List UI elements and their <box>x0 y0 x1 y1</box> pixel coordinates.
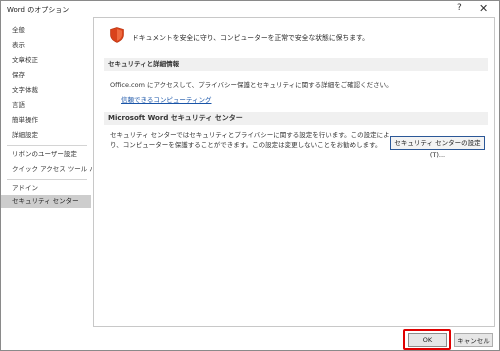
privacy-section-header: セキュリティと詳細情報 <box>104 58 488 71</box>
sidebar-item-accessibility[interactable]: 簡単操作 <box>1 114 91 127</box>
trust-center-settings-button[interactable]: セキュリティ センターの設定(T)... <box>390 136 485 159</box>
sidebar-item-general[interactable]: 全般 <box>1 24 91 37</box>
help-button[interactable]: ? <box>457 3 462 13</box>
sidebar-item-advanced[interactable]: 詳細設定 <box>1 129 91 142</box>
title-bar: Word のオプション ? ✕ <box>1 1 499 17</box>
dialog-title: Word のオプション <box>7 6 70 14</box>
ok-button[interactable]: OK <box>408 333 447 347</box>
options-dialog: Word のオプション ? ✕ 全般 表示 文章校正 保存 文字体裁 言語 簡単… <box>0 0 500 351</box>
privacy-description: Office.com にアクセスして、プライバシー保護とセキュリティに関する詳細… <box>110 81 393 89</box>
close-button[interactable]: ✕ <box>479 2 488 15</box>
sidebar-item-language[interactable]: 言語 <box>1 99 91 112</box>
sidebar-item-typography[interactable]: 文字体裁 <box>1 84 91 97</box>
sidebar-item-proofing[interactable]: 文章校正 <box>1 54 91 67</box>
sidebar-divider <box>7 145 87 146</box>
content-panel: ドキュメントを安全に守り、コンピューターを正常で安全な状態に保ちます。 セキュリ… <box>93 17 495 327</box>
intro-text: ドキュメントを安全に守り、コンピューターを正常で安全な状態に保ちます。 <box>132 34 369 42</box>
sidebar-item-quick-access-toolbar[interactable]: クイック アクセス ツール バー <box>1 163 102 176</box>
sidebar-item-save[interactable]: 保存 <box>1 69 91 82</box>
trustworthy-computing-link[interactable]: 信頼できるコンピューティング <box>121 94 211 104</box>
sidebar-divider <box>7 179 87 180</box>
sidebar-item-add-ins[interactable]: アドイン <box>1 182 91 195</box>
trust-center-description: セキュリティ センターではセキュリティとプライバシーに関する設定を行います。この… <box>110 131 390 149</box>
shield-icon <box>110 27 124 43</box>
sidebar: 全般 表示 文章校正 保存 文字体裁 言語 簡単操作 詳細設定 リボンのユーザー… <box>1 17 102 327</box>
sidebar-item-customize-ribbon[interactable]: リボンのユーザー設定 <box>1 148 91 161</box>
cancel-button[interactable]: キャンセル <box>454 333 493 347</box>
sidebar-item-display[interactable]: 表示 <box>1 39 91 52</box>
sidebar-item-trust-center[interactable]: セキュリティ センター <box>1 195 91 208</box>
trust-center-section-header: Microsoft Word セキュリティ センター <box>104 112 488 125</box>
